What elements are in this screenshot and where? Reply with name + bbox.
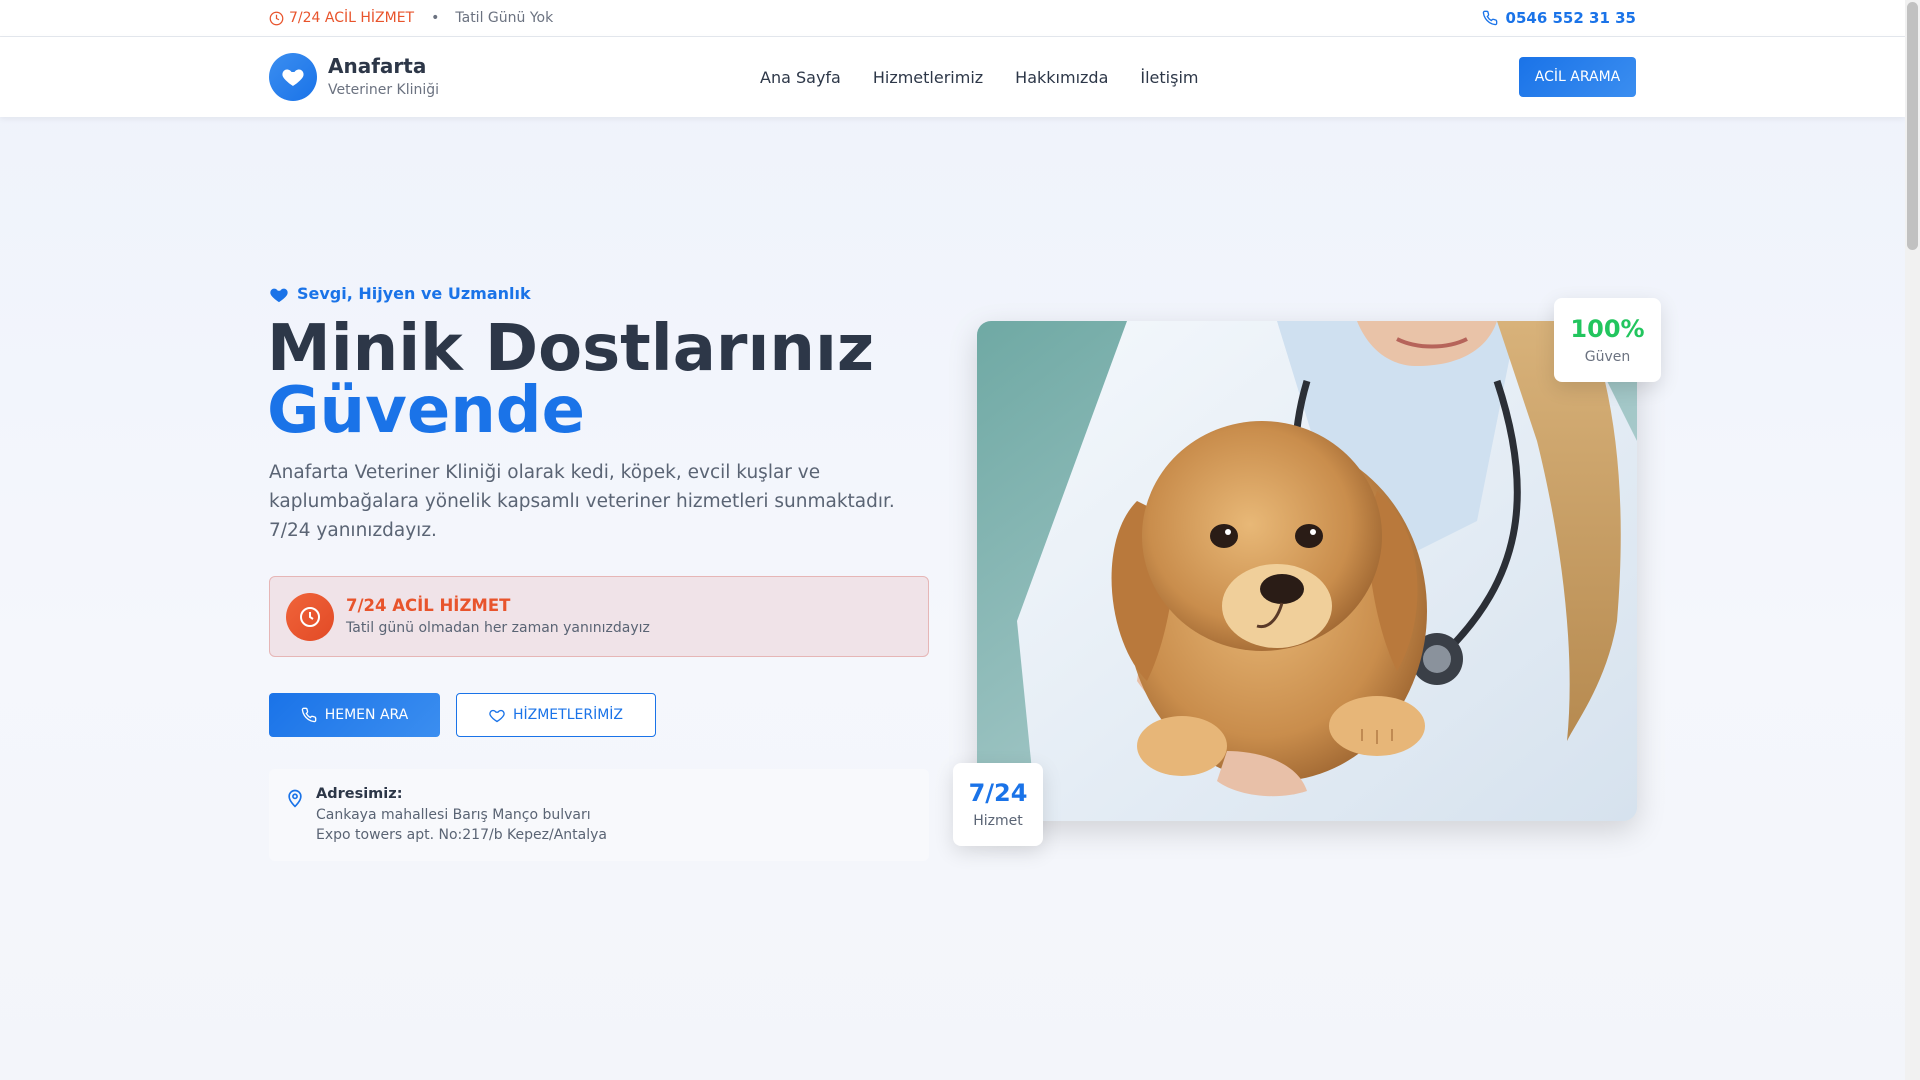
services-label: HİZMETLERİMİZ [512, 707, 624, 723]
clock-icon [269, 11, 284, 25]
emergency-title: 7/24 ACİL HİZMET [346, 596, 511, 615]
nav-about[interactable]: Hakkımızda [1015, 68, 1108, 87]
topbar-emergency-label: 7/24 ACİL HİZMET [289, 10, 415, 26]
top-info-bar: 7/24 ACİL HİZMET • Tatil Günü Yok 0546 5… [0, 0, 1905, 37]
map-pin-icon [288, 789, 302, 808]
vertical-scrollbar[interactable] [1905, 0, 1920, 1080]
site-header: Anafarta Veteriner Kliniği Ana Sayfa Hiz… [0, 37, 1905, 117]
topbar-emergency: 7/24 ACİL HİZMET [269, 10, 414, 26]
nav-home[interactable]: Ana Sayfa [760, 68, 841, 87]
trust-badge-value: 100% [1570, 315, 1645, 343]
services-button[interactable]: HİZMETLERİMİZ [456, 693, 656, 737]
nav-services[interactable]: Hizmetlerimiz [873, 68, 983, 87]
hero-tagline: Sevgi, Hijyen ve Uzmanlık [269, 284, 531, 303]
service-hours-value: 7/24 [968, 779, 1028, 807]
phone-icon [301, 707, 317, 723]
hero-title: Minik Dostlarınız Güvende [267, 317, 874, 448]
trust-badge: 100% Güven [1554, 298, 1661, 382]
vet-puppy-illustration [977, 321, 1637, 821]
emergency-clock-badge [286, 593, 334, 641]
logo[interactable] [269, 53, 317, 101]
emergency-subtitle: Tatil günü olmadan her zaman yanınızdayı… [346, 620, 650, 636]
hero-tagline-text: Sevgi, Hijyen ve Uzmanlık [297, 284, 531, 303]
call-now-button[interactable]: HEMEN ARA [269, 693, 440, 737]
heart-icon [282, 69, 304, 86]
page: 7/24 ACİL HİZMET • Tatil Günü Yok 0546 5… [0, 0, 1905, 1080]
call-now-label: HEMEN ARA [324, 707, 409, 723]
service-hours-badge: 7/24 Hizmet [953, 763, 1043, 846]
main-nav: Ana Sayfa Hizmetlerimiz Hakkımızda İleti… [760, 37, 1198, 117]
heart-icon [270, 288, 288, 302]
hero-description: Anafarta Veteriner Kliniği olarak kedi, … [269, 462, 895, 541]
topbar-phone-number: 0546 552 31 35 [1505, 9, 1636, 27]
emergency-card: 7/24 ACİL HİZMET Tatil günü olmadan her … [269, 576, 929, 657]
phone-icon [1482, 10, 1497, 26]
hero-photo-vet-with-puppy [977, 321, 1637, 821]
topbar-phone-link[interactable]: 0546 552 31 35 [1482, 9, 1636, 27]
trust-badge-label: Güven [1584, 349, 1631, 365]
brand-name[interactable]: Anafarta [328, 54, 426, 78]
emergency-call-button[interactable]: ACİL ARAMA [1519, 57, 1636, 97]
address-line-2: Expo towers apt. No:217/b Kepez/Antalya [316, 827, 607, 843]
nav-contact[interactable]: İletişim [1140, 68, 1198, 87]
address-card: Adresimiz: Cankaya mahallesi Barış Manço… [269, 769, 929, 861]
service-hours-label: Hizmet [973, 813, 1023, 829]
topbar-separator: • [431, 10, 440, 26]
hero-title-line2: Güvende [267, 374, 585, 448]
topbar-holiday: Tatil Günü Yok [455, 10, 554, 26]
scrollbar-thumb[interactable] [1907, 2, 1918, 250]
heart-outline-icon [489, 709, 505, 722]
clock-icon [300, 607, 320, 627]
address-line-1: Cankaya mahallesi Barış Manço bulvarı [316, 807, 591, 823]
brand-subtitle: Veteriner Kliniği [328, 82, 440, 98]
address-title: Adresimiz: [316, 786, 403, 802]
